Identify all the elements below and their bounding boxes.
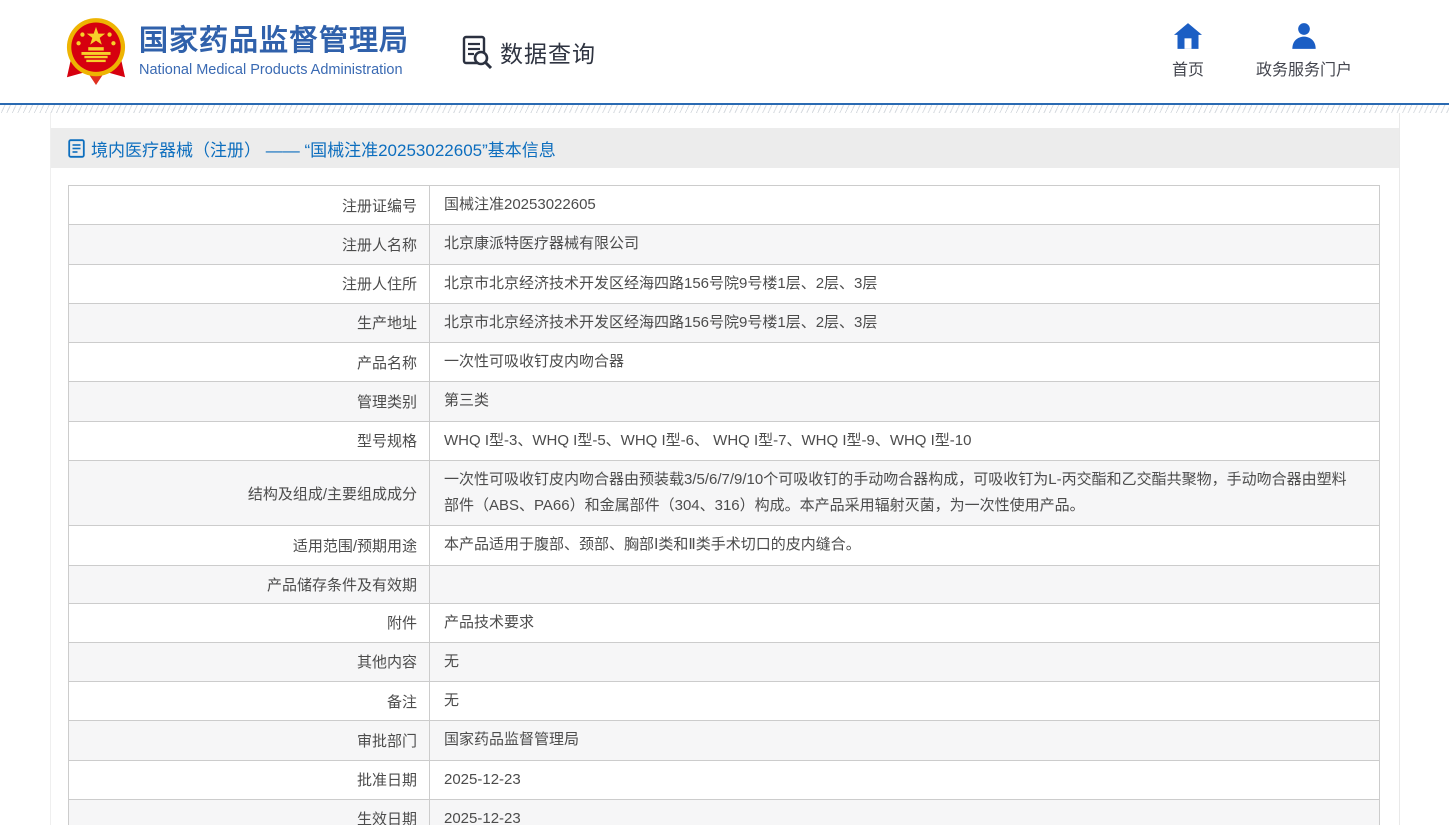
table-row: 其他内容 无 bbox=[69, 643, 1379, 682]
header-nav: 首页 政务服务门户 bbox=[1172, 23, 1352, 80]
row-label: 管理类别 bbox=[69, 382, 430, 420]
row-label: 型号规格 bbox=[69, 422, 430, 460]
row-label: 生效日期 bbox=[69, 800, 430, 825]
row-label: 生产地址 bbox=[69, 304, 430, 342]
info-table: 注册证编号 国械注准20253022605 注册人名称 北京康派特医疗器械有限公… bbox=[68, 185, 1380, 825]
row-label: 批准日期 bbox=[69, 761, 430, 799]
row-value bbox=[430, 566, 1379, 603]
content-container: 境内医疗器械（注册） —— “国械注准20253022605”基本信息 注册证编… bbox=[50, 113, 1400, 825]
table-row: 管理类别 第三类 bbox=[69, 382, 1379, 421]
national-emblem-icon bbox=[65, 17, 127, 87]
data-query-label: 数据查询 bbox=[500, 35, 596, 69]
org-name-en: National Medical Products Administration bbox=[139, 62, 409, 78]
row-value: 国械注准20253022605 bbox=[430, 186, 1379, 224]
row-value: 北京康派特医疗器械有限公司 bbox=[430, 225, 1379, 263]
row-value: WHQ I型-3、WHQ I型-5、WHQ I型-6、 WHQ I型-7、WHQ… bbox=[430, 422, 1379, 460]
row-label: 适用范围/预期用途 bbox=[69, 526, 430, 564]
row-value: 2025-12-23 bbox=[430, 800, 1379, 825]
table-row: 备注 无 bbox=[69, 682, 1379, 721]
nmpa-logo[interactable]: 国家药品监督管理局 National Medical Products Admi… bbox=[65, 17, 409, 87]
data-query-link[interactable]: 数据查询 bbox=[461, 35, 596, 69]
row-label: 注册证编号 bbox=[69, 186, 430, 224]
person-icon bbox=[1290, 23, 1318, 49]
row-label: 产品名称 bbox=[69, 343, 430, 381]
row-value: 第三类 bbox=[430, 382, 1379, 420]
document-icon bbox=[68, 139, 85, 158]
home-icon bbox=[1174, 23, 1202, 49]
row-value: 国家药品监督管理局 bbox=[430, 721, 1379, 759]
row-value: 本产品适用于腹部、颈部、胸部Ⅰ类和Ⅱ类手术切口的皮内缝合。 bbox=[430, 526, 1379, 564]
table-row: 产品名称 一次性可吸收钉皮内吻合器 bbox=[69, 343, 1379, 382]
row-label: 其他内容 bbox=[69, 643, 430, 681]
info-table-body: 注册证编号 国械注准20253022605 注册人名称 北京康派特医疗器械有限公… bbox=[69, 186, 1379, 825]
row-value: 无 bbox=[430, 682, 1379, 720]
table-row: 适用范围/预期用途 本产品适用于腹部、颈部、胸部Ⅰ类和Ⅱ类手术切口的皮内缝合。 bbox=[69, 526, 1379, 565]
nav-home-label: 首页 bbox=[1172, 56, 1204, 80]
row-value: 一次性可吸收钉皮内吻合器由预装载3/5/6/7/9/10个可吸收钉的手动吻合器构… bbox=[430, 461, 1379, 526]
row-label: 备注 bbox=[69, 682, 430, 720]
row-value: 无 bbox=[430, 643, 1379, 681]
row-value: 北京市北京经济技术开发区经海四路156号院9号楼1层、2层、3层 bbox=[430, 304, 1379, 342]
table-row: 产品储存条件及有效期 bbox=[69, 566, 1379, 604]
row-label: 审批部门 bbox=[69, 721, 430, 759]
nav-gov-portal[interactable]: 政务服务门户 bbox=[1256, 23, 1352, 80]
row-label: 注册人名称 bbox=[69, 225, 430, 263]
row-value: 北京市北京经济技术开发区经海四路156号院9号楼1层、2层、3层 bbox=[430, 265, 1379, 303]
table-row: 生效日期 2025-12-23 bbox=[69, 800, 1379, 825]
row-label: 注册人住所 bbox=[69, 265, 430, 303]
row-label: 产品储存条件及有效期 bbox=[69, 566, 430, 603]
breadcrumb: 境内医疗器械（注册） —— “国械注准20253022605”基本信息 bbox=[51, 128, 1399, 168]
site-header: 国家药品监督管理局 National Medical Products Admi… bbox=[0, 0, 1449, 103]
nav-home[interactable]: 首页 bbox=[1172, 23, 1204, 80]
table-row: 注册人住所 北京市北京经济技术开发区经海四路156号院9号楼1层、2层、3层 bbox=[69, 265, 1379, 304]
table-row: 批准日期 2025-12-23 bbox=[69, 761, 1379, 800]
row-value: 2025-12-23 bbox=[430, 761, 1379, 799]
document-search-icon bbox=[461, 35, 493, 69]
table-row: 注册人名称 北京康派特医疗器械有限公司 bbox=[69, 225, 1379, 264]
table-row: 注册证编号 国械注准20253022605 bbox=[69, 186, 1379, 225]
table-row: 结构及组成/主要组成成分 一次性可吸收钉皮内吻合器由预装载3/5/6/7/9/1… bbox=[69, 461, 1379, 527]
row-label: 结构及组成/主要组成成分 bbox=[69, 461, 430, 526]
nav-gov-portal-label: 政务服务门户 bbox=[1256, 56, 1352, 80]
table-row: 型号规格 WHQ I型-3、WHQ I型-5、WHQ I型-6、 WHQ I型-… bbox=[69, 422, 1379, 461]
row-label: 附件 bbox=[69, 604, 430, 642]
org-name-cn: 国家药品监督管理局 bbox=[139, 25, 409, 58]
row-value: 产品技术要求 bbox=[430, 604, 1379, 642]
hatch-band bbox=[0, 105, 1449, 113]
page-title: 境内医疗器械（注册） —— “国械注准20253022605”基本信息 bbox=[91, 136, 556, 161]
row-value: 一次性可吸收钉皮内吻合器 bbox=[430, 343, 1379, 381]
table-row: 附件 产品技术要求 bbox=[69, 604, 1379, 643]
table-row: 审批部门 国家药品监督管理局 bbox=[69, 721, 1379, 760]
table-row: 生产地址 北京市北京经济技术开发区经海四路156号院9号楼1层、2层、3层 bbox=[69, 304, 1379, 343]
